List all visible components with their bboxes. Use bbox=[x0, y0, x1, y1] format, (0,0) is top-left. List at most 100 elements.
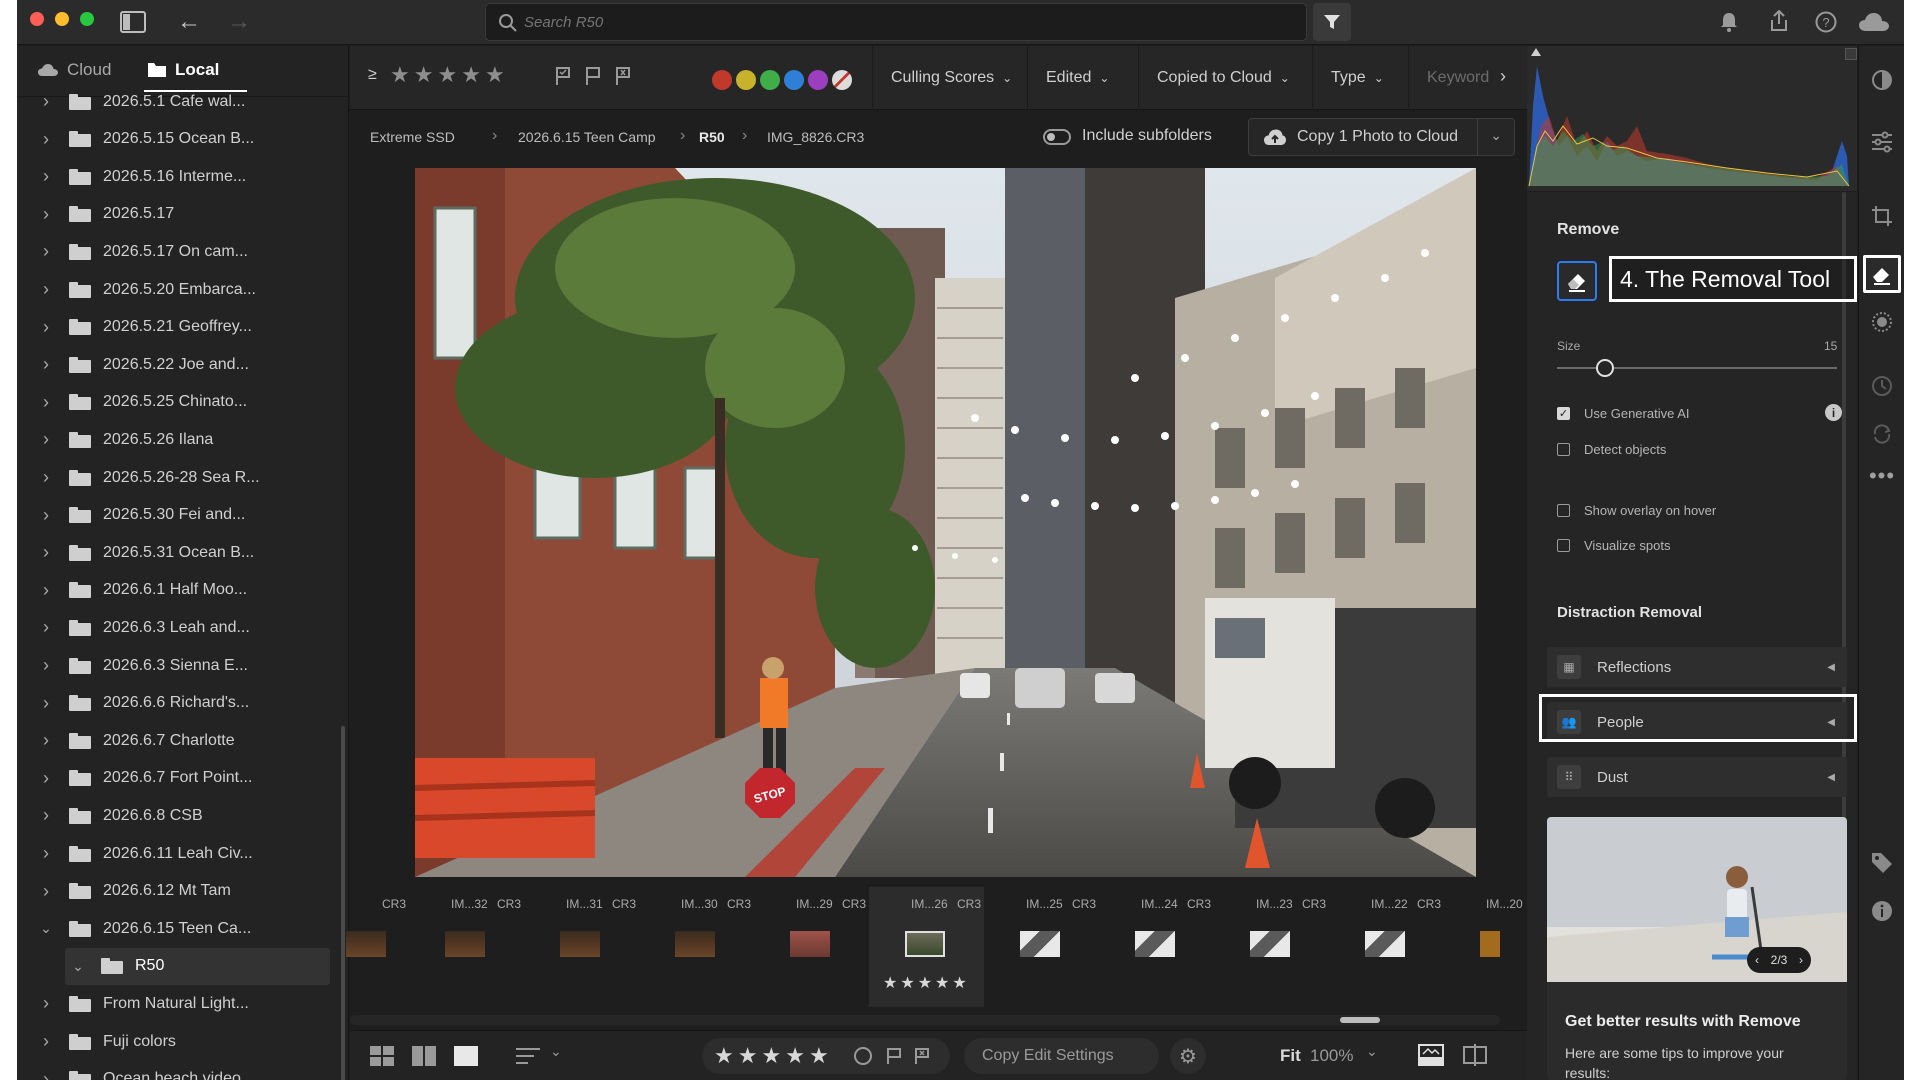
chevron-right-icon[interactable]: › bbox=[37, 768, 55, 789]
star-icon[interactable]: ★ bbox=[785, 1043, 805, 1069]
star-icon[interactable]: ★ bbox=[761, 1043, 781, 1069]
folder-item[interactable]: › From Natural Light... bbox=[17, 985, 337, 1022]
filmstrip-thumbnail[interactable]: IM...30 CR3 bbox=[639, 887, 754, 1007]
versions-icon[interactable] bbox=[1870, 422, 1894, 446]
chevron-right-icon[interactable]: › bbox=[37, 730, 55, 751]
tab-cloud[interactable]: Cloud bbox=[37, 60, 111, 80]
filmstrip-thumbnail[interactable]: IM...26 CR3 ★★★★★ bbox=[869, 887, 984, 1007]
folder-item[interactable]: › 2026.6.7 Charlotte bbox=[17, 722, 337, 759]
size-slider[interactable] bbox=[1557, 359, 1837, 377]
chevron-down-icon[interactable]: ⌄ bbox=[1366, 1043, 1378, 1060]
color-label-dot[interactable] bbox=[712, 70, 732, 90]
pick-flag-icon[interactable] bbox=[886, 1047, 902, 1065]
folder-item[interactable]: › 2026.5.22 Joe and... bbox=[17, 346, 337, 383]
chevron-right-icon[interactable]: › bbox=[37, 166, 55, 187]
star-icon[interactable]: ★ bbox=[390, 62, 410, 88]
chevron-right-icon[interactable]: › bbox=[37, 354, 55, 375]
chevron-right-icon[interactable]: › bbox=[37, 505, 55, 526]
cloud-status-icon[interactable] bbox=[1857, 10, 1891, 34]
unflagged-icon[interactable] bbox=[585, 66, 601, 86]
checkbox-checked[interactable]: ✓ bbox=[1557, 407, 1570, 420]
folder-item[interactable]: ⌄ 2026.6.15 Teen Ca... bbox=[17, 910, 337, 947]
remove-brush-tool[interactable] bbox=[1557, 261, 1597, 301]
folder-item[interactable]: › 2026.6.12 Mt Tam bbox=[17, 873, 337, 910]
folder-item[interactable]: › 2026.5.31 Ocean B... bbox=[17, 534, 337, 571]
star-icon[interactable]: ★ bbox=[437, 62, 457, 88]
history-icon[interactable] bbox=[1870, 374, 1894, 398]
color-label-dot[interactable] bbox=[808, 70, 828, 90]
show-overlay-checkbox[interactable]: Show overlay on hover bbox=[1557, 503, 1716, 518]
chevron-down-icon[interactable]: ⌄ bbox=[37, 920, 55, 937]
info-icon[interactable] bbox=[1870, 899, 1894, 923]
chevron-right-icon[interactable]: › bbox=[37, 655, 55, 676]
filmstrip-thumbnail[interactable]: IM...25 CR3 bbox=[984, 887, 1099, 1007]
help-icon[interactable]: ? bbox=[1813, 9, 1839, 35]
rating-comparator[interactable]: ≥ bbox=[368, 66, 377, 84]
folder-item[interactable]: › Fuji colors bbox=[17, 1023, 337, 1060]
checkbox[interactable] bbox=[1557, 504, 1570, 517]
single-view-icon[interactable] bbox=[454, 1046, 478, 1071]
picked-flag-icon[interactable] bbox=[555, 66, 571, 86]
folder-item[interactable]: › 2026.5.1 Cafe wal... bbox=[17, 83, 337, 120]
folder-item[interactable]: › 2026.6.7 Fort Point... bbox=[17, 760, 337, 797]
chevron-right-icon[interactable]: › bbox=[37, 542, 55, 563]
folder-item[interactable]: › 2026.5.30 Fei and... bbox=[17, 497, 337, 534]
culling-scores-dropdown[interactable]: Culling Scores ⌄ bbox=[872, 46, 1022, 110]
include-subfolders-toggle[interactable] bbox=[1043, 129, 1071, 145]
folder-item[interactable]: › 2026.5.17 bbox=[17, 196, 337, 233]
filmstrip-thumbnail[interactable]: IM...29 CR3 bbox=[754, 887, 869, 1007]
rejected-flag-icon[interactable] bbox=[615, 66, 631, 86]
breadcrumb-item[interactable]: 2026.6.15 Teen Camp bbox=[518, 129, 656, 145]
copy-edit-settings-button[interactable]: Copy Edit Settings bbox=[982, 1047, 1114, 1065]
checkbox[interactable] bbox=[1557, 443, 1570, 456]
folder-item[interactable]: ⌄ R50 bbox=[65, 947, 330, 985]
filmstrip-thumbnail[interactable]: IM...31 CR3 bbox=[524, 887, 639, 1007]
minimize-window-button[interactable] bbox=[55, 12, 69, 26]
folder-item[interactable]: › 2026.5.16 Interme... bbox=[17, 158, 337, 195]
edit-sliders-icon[interactable] bbox=[1870, 130, 1894, 154]
masking-icon[interactable] bbox=[1870, 310, 1894, 334]
folder-item[interactable]: › 2026.6.3 Leah and... bbox=[17, 609, 337, 646]
breadcrumb-item[interactable]: Extreme SSD bbox=[370, 129, 455, 145]
color-label-dot[interactable] bbox=[736, 70, 756, 90]
chevron-right-icon[interactable]: › bbox=[37, 467, 55, 488]
chevron-down-icon[interactable]: ⌄ bbox=[550, 1043, 562, 1060]
sort-icon[interactable] bbox=[516, 1047, 542, 1070]
notifications-bell-icon[interactable] bbox=[1717, 10, 1741, 34]
search-bar[interactable] bbox=[485, 3, 1307, 41]
chevron-right-icon[interactable]: › bbox=[37, 241, 55, 262]
folder-item[interactable]: › 2026.6.8 CSB bbox=[17, 797, 337, 834]
filter-icon[interactable] bbox=[1313, 3, 1351, 41]
folder-item[interactable]: › 2026.5.17 On cam... bbox=[17, 233, 337, 270]
visualize-spots-checkbox[interactable]: Visualize spots bbox=[1557, 538, 1670, 553]
star-icon[interactable]: ★ bbox=[809, 1043, 829, 1069]
info-icon[interactable]: i bbox=[1825, 404, 1842, 421]
tag-icon[interactable] bbox=[1870, 851, 1894, 875]
chevron-right-icon[interactable]: › bbox=[37, 617, 55, 638]
before-after-icon[interactable] bbox=[1463, 1044, 1487, 1071]
folder-item[interactable]: › 2026.5.15 Ocean B... bbox=[17, 121, 337, 158]
forward-arrow-icon[interactable]: → bbox=[225, 8, 253, 35]
chevron-right-icon[interactable]: › bbox=[37, 881, 55, 902]
copied-to-cloud-dropdown[interactable]: Copied to Cloud ⌄ bbox=[1138, 46, 1306, 110]
chevron-right-icon[interactable]: › bbox=[37, 580, 55, 601]
clear-rating-icon[interactable] bbox=[854, 1047, 872, 1065]
zoom-window-button[interactable] bbox=[80, 12, 94, 26]
remove-tool-icon[interactable] bbox=[1863, 255, 1901, 293]
color-label-dot[interactable] bbox=[760, 70, 780, 90]
chevron-right-icon[interactable]: › bbox=[37, 1069, 55, 1080]
edited-dropdown[interactable]: Edited ⌄ bbox=[1027, 46, 1132, 110]
chevron-right-icon[interactable]: › bbox=[37, 1031, 55, 1052]
reflections-row[interactable]: ▦ Reflections ◀ bbox=[1547, 647, 1847, 687]
chevron-right-icon[interactable]: › bbox=[1500, 66, 1506, 87]
chevron-down-icon[interactable]: ⌄ bbox=[69, 958, 87, 975]
chevron-right-icon[interactable]: › bbox=[1799, 953, 1803, 967]
reject-flag-icon[interactable] bbox=[914, 1047, 930, 1065]
chevron-right-icon[interactable]: › bbox=[37, 204, 55, 225]
folder-item[interactable]: › 2026.5.20 Embarca... bbox=[17, 271, 337, 308]
folder-item[interactable]: › 2026.5.21 Geoffrey... bbox=[17, 309, 337, 346]
folder-item[interactable]: › 2026.5.26-28 Sea R... bbox=[17, 459, 337, 496]
chevron-right-icon[interactable]: › bbox=[37, 843, 55, 864]
chevron-right-icon[interactable]: › bbox=[37, 392, 55, 413]
rating-filter-stars[interactable]: ★ ★ ★ ★ ★ bbox=[390, 62, 505, 88]
